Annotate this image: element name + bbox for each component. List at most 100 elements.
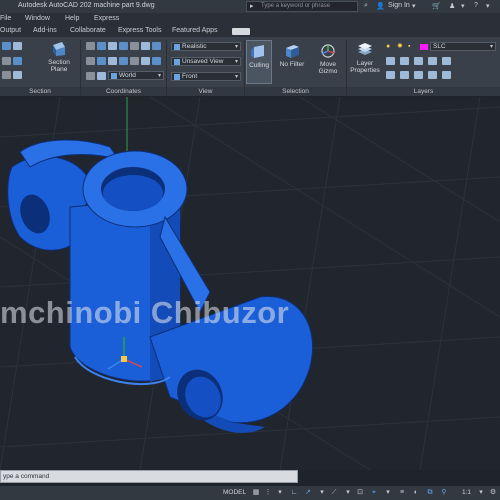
cart-icon[interactable]: 🛒 — [432, 2, 441, 10]
layer-tool-icon[interactable] — [386, 57, 395, 65]
layer-tool-icon[interactable] — [414, 57, 423, 65]
layer-dropdown[interactable]: SLC ▾ — [430, 42, 496, 51]
panel-label-layers[interactable]: Layers — [347, 87, 500, 96]
ucs-icon[interactable] — [97, 72, 106, 80]
dropdown-caret-icon[interactable]: ▾ — [486, 2, 490, 10]
ucs-icon[interactable] — [97, 42, 106, 50]
ucs-icon[interactable] — [97, 57, 106, 65]
section-icon[interactable] — [13, 71, 22, 79]
coordinates-dropdown-value: World — [119, 72, 136, 79]
ucs-icon[interactable] — [130, 42, 139, 50]
ribbon-toggle-button[interactable] — [232, 28, 250, 35]
command-line-input[interactable]: ype a command — [0, 470, 298, 483]
dropdown-caret-icon[interactable]: ▾ — [412, 2, 416, 10]
selection-cycling-icon[interactable]: ⧉ — [426, 489, 434, 497]
dynamic-ucs-icon[interactable]: ⌖ — [370, 489, 378, 497]
layer-tool-icon[interactable] — [386, 71, 395, 79]
layer-tool-icon[interactable] — [442, 57, 451, 65]
section-icon[interactable] — [2, 57, 11, 65]
move-gizmo-button[interactable]: Move Gizmo — [312, 40, 344, 75]
layer-tool-icon[interactable] — [428, 71, 437, 79]
no-filter-button[interactable]: No Filter — [276, 40, 308, 68]
ucs-icon[interactable] — [119, 42, 128, 50]
tab-output[interactable]: Output — [0, 27, 21, 34]
sign-in-button[interactable]: Sign In — [388, 2, 410, 9]
named-view-dropdown[interactable]: Unsaved View ▾ — [171, 57, 241, 66]
ucs-icon[interactable] — [141, 42, 150, 50]
section-plane-icon — [53, 42, 65, 56]
dropdown-caret-icon[interactable]: ▾ — [344, 489, 352, 497]
panel-label-selection[interactable]: Selection — [245, 87, 346, 96]
ucs-icon[interactable] — [86, 57, 95, 65]
ucs-icon[interactable] — [86, 72, 95, 80]
transparency-icon[interactable]: ◐ — [412, 489, 420, 497]
ucs-icon[interactable] — [152, 42, 161, 50]
object-snap-icon[interactable]: ⊡ — [356, 489, 364, 497]
menu-express[interactable]: Express — [94, 15, 119, 22]
layer-tool-icon[interactable] — [400, 57, 409, 65]
lineweight-icon[interactable]: ≡ — [398, 489, 406, 497]
lightbulb-icon[interactable]: ● — [386, 43, 395, 50]
ucs-icon[interactable] — [141, 57, 150, 65]
dropdown-caret-icon[interactable]: ▾ — [318, 489, 326, 497]
view-icon[interactable] — [13, 42, 22, 50]
coordinates-dropdown[interactable]: World ▾ — [108, 71, 164, 80]
visual-style-dropdown[interactable]: Realistic ▾ — [171, 42, 241, 51]
user-icon[interactable]: 👤 — [376, 2, 385, 10]
dropdown-caret-icon[interactable]: ▾ — [276, 489, 284, 497]
settings-icon[interactable]: ⚙ — [489, 489, 497, 497]
layer-tool-icon[interactable] — [400, 71, 409, 79]
user-badge-icon[interactable]: ♟ — [449, 2, 455, 10]
grid-icon[interactable]: ▦ — [252, 489, 260, 497]
layer-properties-button[interactable]: Layer Properties — [349, 40, 381, 74]
tab-express-tools[interactable]: Express Tools — [118, 27, 161, 34]
panel-label-view[interactable]: View — [167, 87, 244, 96]
chevron-down-icon: ▾ — [234, 59, 238, 65]
panel-label-section[interactable]: Section — [0, 87, 80, 96]
layer-tool-icon[interactable] — [414, 71, 423, 79]
named-view-value: Unsaved View — [182, 58, 224, 65]
dropdown-caret-icon[interactable]: ▾ — [384, 489, 392, 497]
layer-tool-icon[interactable] — [442, 71, 451, 79]
panel-label-coordinates[interactable]: Coordinates — [81, 87, 166, 96]
snap-icon[interactable]: ⋮ — [264, 489, 272, 497]
lock-icon[interactable]: ▪ — [408, 43, 417, 50]
ucs-icon[interactable] — [108, 42, 117, 50]
ucs-icon[interactable] — [130, 57, 139, 65]
search-input[interactable]: ▸ Type a keyword or phrase — [246, 1, 358, 12]
tab-featured-apps[interactable]: Featured Apps — [172, 27, 218, 34]
menu-file[interactable]: File — [0, 15, 11, 22]
visual-style-icon — [174, 44, 180, 50]
ucs-icon[interactable] — [152, 57, 161, 65]
section-plane-button[interactable]: Section Plane — [44, 41, 74, 73]
ucs-icon[interactable] — [108, 57, 117, 65]
view-direction-dropdown[interactable]: Front ▾ — [171, 72, 241, 81]
section-icon[interactable] — [2, 71, 11, 79]
layer-properties-label: Layer Properties — [350, 60, 380, 74]
isodraft-icon[interactable]: ⟋ — [330, 489, 338, 497]
annotation-scale[interactable]: 1:1 — [462, 489, 471, 496]
annotation-icon[interactable]: ⚲ — [440, 489, 448, 497]
tab-add-ins[interactable]: Add-ins — [33, 27, 57, 34]
view-direction-value: Front — [182, 73, 198, 80]
ucs-icon[interactable] — [86, 42, 95, 50]
sun-icon[interactable]: ✹ — [397, 43, 406, 50]
section-icon[interactable] — [13, 57, 22, 65]
layer-tool-icon[interactable] — [428, 57, 437, 65]
model-space-button[interactable]: MODEL — [223, 489, 246, 496]
drawing-viewport[interactable]: mchinobi Chibuzor — [0, 97, 500, 470]
tab-collaborate[interactable]: Collaborate — [70, 27, 106, 34]
polar-tracking-icon[interactable]: ↗ — [304, 489, 312, 497]
culling-button[interactable]: Culling — [246, 40, 272, 84]
binoculars-icon[interactable]: ⌕ — [364, 2, 368, 10]
dropdown-caret-icon[interactable]: ▾ — [461, 2, 465, 10]
ucs-icon[interactable] — [119, 57, 128, 65]
culling-label: Culling — [249, 62, 269, 69]
dropdown-caret-icon[interactable]: ▾ — [477, 489, 485, 497]
menu-help[interactable]: Help — [65, 15, 79, 22]
help-icon[interactable]: ? — [474, 2, 478, 9]
view-icon[interactable] — [2, 42, 11, 50]
ortho-icon[interactable]: ∟ — [290, 489, 298, 497]
menu-window[interactable]: Window — [25, 15, 50, 22]
window-title: Autodesk AutoCAD 202 machine part 9.dwg — [18, 2, 155, 9]
